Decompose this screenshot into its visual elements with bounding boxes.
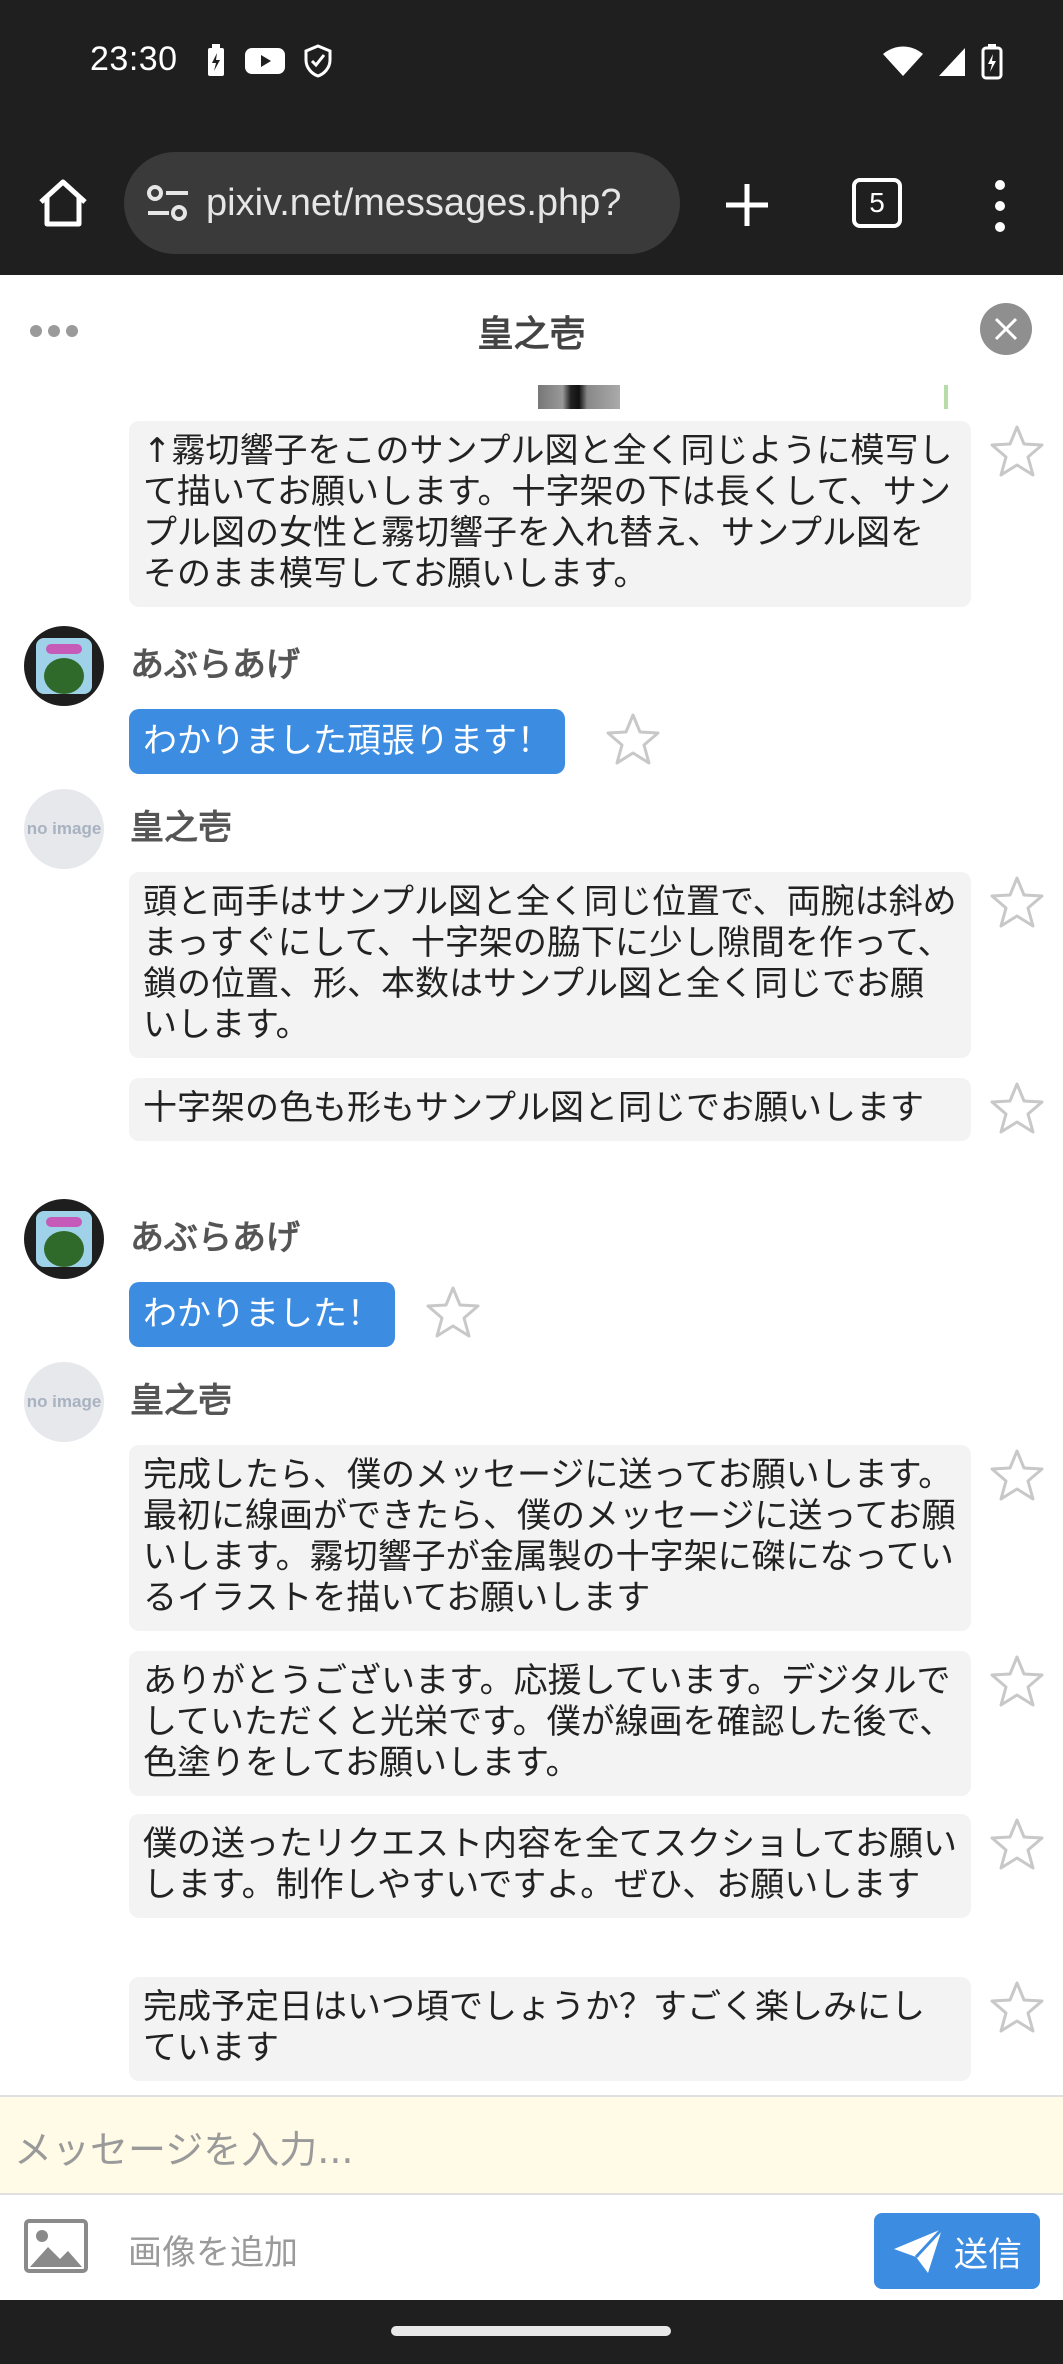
- message-bubble: 僕の送ったリクエスト内容を全てスクショしてお願いします。制作しやすいですよ。ぜひ…: [129, 1814, 971, 1918]
- close-button[interactable]: [980, 303, 1032, 355]
- browser-menu-button[interactable]: [980, 176, 1020, 236]
- star-icon[interactable]: [988, 874, 1046, 932]
- star-icon[interactable]: [988, 1080, 1046, 1138]
- battery-saver-icon: [208, 44, 224, 76]
- address-bar[interactable]: pixiv.net/messages.php?: [124, 152, 680, 254]
- composer-toolbar: 画像を追加 送信: [0, 2195, 1063, 2300]
- sender-name: 皇之壱: [130, 808, 232, 848]
- attached-image-thumbnail[interactable]: [538, 385, 620, 409]
- home-gesture-handle[interactable]: [391, 2326, 671, 2336]
- message-list[interactable]: ↑霧切響子をこのサンプル図と全く同じように模写して描いてお願いします。十字架の下…: [0, 385, 1063, 2095]
- avatar[interactable]: [24, 1199, 104, 1279]
- home-button[interactable]: [30, 170, 96, 236]
- send-button[interactable]: 送信: [874, 2213, 1040, 2289]
- message-input[interactable]: メッセージを入力...: [0, 2095, 1063, 2195]
- star-icon[interactable]: [988, 1653, 1046, 1711]
- system-nav-bar: [0, 2300, 1063, 2364]
- url-text: pixiv.net/messages.php?: [206, 181, 622, 224]
- star-icon[interactable]: [988, 1447, 1046, 1505]
- site-settings-button[interactable]: [144, 179, 192, 227]
- avatar[interactable]: [24, 626, 104, 706]
- star-icon[interactable]: [424, 1284, 482, 1342]
- message-bubble: ↑霧切響子をこのサンプル図と全く同じように模写して描いてお願いします。十字架の下…: [129, 421, 971, 607]
- message-bubble: 頭と両手はサンプル図と全く同じ位置で、両腕は斜めまっすぐにして、十字架の脇下に少…: [129, 872, 971, 1058]
- new-tab-button[interactable]: [712, 170, 782, 240]
- status-bar: 23:30: [0, 0, 1063, 130]
- status-time: 23:30: [90, 40, 178, 78]
- add-image-button[interactable]: 画像を追加: [128, 2225, 298, 2274]
- message-bubble: わかりました！: [129, 1282, 395, 1347]
- browser-toolbar: pixiv.net/messages.php? 5: [0, 130, 1063, 275]
- star-icon[interactable]: [604, 711, 662, 769]
- attached-image-edge: [944, 385, 948, 409]
- sender-name: あぶらあげ: [130, 1218, 300, 1258]
- send-label: 送信: [954, 2234, 1022, 2275]
- youtube-icon: [245, 48, 285, 74]
- message-bubble: 完成予定日はいつ頃でしょうか？すごく楽しみにしています: [129, 1977, 971, 2081]
- close-icon: [994, 317, 1018, 341]
- wifi-icon: [883, 46, 923, 76]
- send-icon: [894, 2227, 944, 2273]
- sender-name: あぶらあげ: [130, 645, 300, 685]
- message-bubble: ありがとうございます。応援しています。デジタルでしていただくと光栄です。僕が線画…: [129, 1651, 971, 1796]
- image-icon[interactable]: [22, 2217, 90, 2275]
- message-bubble: 十字架の色も形もサンプル図と同じでお願いします: [129, 1078, 971, 1141]
- chat-title: 皇之壱: [477, 314, 586, 355]
- avatar[interactable]: no image: [24, 1362, 104, 1442]
- tab-switcher-button[interactable]: 5: [852, 178, 902, 228]
- sender-name: 皇之壱: [130, 1381, 232, 1421]
- avatar[interactable]: no image: [24, 789, 104, 869]
- home-icon: [39, 179, 87, 227]
- star-icon[interactable]: [988, 1816, 1046, 1874]
- star-icon[interactable]: [988, 1979, 1046, 2037]
- signal-icon: [939, 48, 965, 76]
- message-bubble: わかりました頑張ります！: [129, 709, 565, 774]
- plus-icon: [726, 184, 768, 226]
- battery-icon: [981, 44, 1003, 80]
- chat-header: 皇之壱: [0, 275, 1063, 385]
- shield-icon: [304, 44, 332, 78]
- star-icon[interactable]: [988, 423, 1046, 481]
- messages-page: 皇之壱 ↑霧切響子をこのサンプル図と全く同じように模写して描いてお願いします。十…: [0, 275, 1063, 2300]
- tune-icon: [147, 185, 188, 221]
- message-bubble: 完成したら、僕のメッセージに送ってお願いします。最初に線画ができたら、僕のメッセ…: [129, 1445, 971, 1631]
- message-input-placeholder: メッセージを入力...: [14, 2128, 354, 2172]
